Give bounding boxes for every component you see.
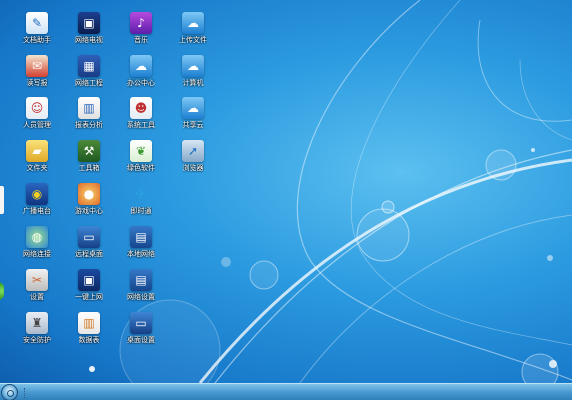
toolbox-icon: ⚒	[78, 140, 100, 162]
compass-icon: ➚	[182, 140, 204, 162]
desktop-icon-label: 文档助手	[23, 36, 51, 44]
desktop-icon[interactable]: ▤ 网络设置	[118, 269, 164, 309]
monitor-icon: ▭	[130, 312, 152, 334]
desktop-icon-label: 数据表	[78, 336, 100, 344]
taskbar-grip[interactable]	[24, 388, 27, 398]
side-panel-handle[interactable]	[0, 186, 4, 214]
bird-icon: ✈	[134, 184, 148, 203]
desktop-icon[interactable]: ▦ 网络工程	[66, 55, 112, 95]
desktop-icon[interactable]: ☁ 共享云	[170, 97, 216, 137]
globe-icon: ◍	[26, 226, 48, 248]
shield-icon: ♜	[26, 312, 48, 334]
folder-icon: ▰	[26, 140, 48, 162]
desktop-icon-label: 音乐	[134, 36, 148, 44]
desktop-icon[interactable]: ✎ 文档助手	[14, 12, 60, 52]
desktop-icon[interactable]: ◉ 广播电台	[14, 183, 60, 223]
desktop-icon[interactable]: ▣ 网络电视	[66, 12, 112, 52]
desktop-icon[interactable]: ● 游戏中心	[66, 183, 112, 223]
desktop-icon[interactable]: ◍ 网络连接	[14, 226, 60, 266]
desktop-icon[interactable]: ♜ 安全防护	[14, 312, 60, 352]
desktop-icon-label: 浏览器	[182, 164, 204, 172]
music-icon: ♪	[130, 12, 152, 34]
document-icon: ✎	[26, 12, 48, 34]
desktop-icon-label: 本地网络	[127, 250, 155, 258]
network-icon: ▤	[130, 226, 152, 248]
desktop-icon-label: 读写报	[26, 79, 48, 87]
cloud-icon: ☁	[182, 55, 204, 77]
desktop-icon[interactable]: ♪ 音乐	[118, 12, 164, 52]
spreadsheet-icon: ▥	[78, 312, 100, 334]
desktop-icon[interactable]: ▥ 数据表	[66, 312, 112, 352]
desktop-icon[interactable]: ☁ 上传文件	[170, 12, 216, 52]
desktop-icon[interactable]: ✉ 读写报	[14, 55, 60, 95]
newspaper-icon: ✉	[26, 55, 48, 77]
desktop-icon-label: 远程桌面	[75, 250, 103, 258]
monitor-icon: ▭	[78, 226, 100, 248]
cloud-icon: ☁	[130, 55, 152, 77]
desktop-icon-label: 即时通	[130, 207, 152, 215]
desktop-icon[interactable]: ▭ 远程桌面	[66, 226, 112, 266]
desktop-icon[interactable]: ▣ 一键上网	[66, 269, 112, 309]
people-icon: ☺	[26, 97, 48, 119]
desktop-icon-label: 桌面设置	[127, 336, 155, 344]
desktop-icon-label: 工具箱	[78, 164, 100, 172]
cloud-icon: ☁	[182, 12, 204, 34]
desktop-icon-label: 一键上网	[75, 293, 103, 301]
desktop-icon[interactable]: ▤ 本地网络	[118, 226, 164, 266]
desktop-icon-label: 办公中心	[127, 79, 155, 87]
desktop-icon-label: 广播电台	[23, 207, 51, 215]
desktop-icon[interactable]: ✂ 设置	[14, 269, 60, 309]
ball-icon: ●	[78, 183, 100, 205]
desktop-icon-label: 绿色软件	[127, 164, 155, 172]
desktop-icon-label: 系统工具	[127, 121, 155, 129]
desktop-icon[interactable]: ☻ 系统工具	[118, 97, 164, 137]
screen-icon: ▣	[78, 269, 100, 291]
desktop-icon[interactable]: ⚒ 工具箱	[66, 140, 112, 180]
radio-icon: ◉	[26, 183, 48, 205]
desktop-icon[interactable]: ➚ 浏览器	[170, 140, 216, 180]
desktop-icon-label: 计算机	[182, 79, 204, 87]
desktop-icon[interactable]: ▭ 桌面设置	[118, 312, 164, 352]
tv-icon: ▣	[78, 12, 100, 34]
desktop-icon-label: 上传文件	[179, 36, 207, 44]
desktop-icon-label: 人员管理	[23, 121, 51, 129]
start-button[interactable]	[1, 384, 18, 400]
desktop-icon[interactable]: ✈ 即时通	[118, 183, 164, 223]
desktop[interactable]: ✎ 文档助手 ▣ 网络电视 ♪ 音乐 ☁ 上传文件 ✉ 读写报 ▦ 网络工程 ☁ 办公中心 ☁ 计算机 ☺ 人员管…	[0, 0, 572, 383]
taskbar	[0, 383, 572, 400]
desktop-icon-label: 文件夹	[26, 164, 48, 172]
desktop-icon[interactable]: ☁ 计算机	[170, 55, 216, 95]
desktop-icon[interactable]: ❦ 绿色软件	[118, 140, 164, 180]
desktop-icon-label: 报表分析	[75, 121, 103, 129]
desktop-icon-label: 网络电视	[75, 36, 103, 44]
desktop-icon[interactable]: ▥ 报表分析	[66, 97, 112, 137]
desktop-icon-grid: ✎ 文档助手 ▣ 网络电视 ♪ 音乐 ☁ 上传文件 ✉ 读写报 ▦ 网络工程 ☁ 办公中心 ☁ 计算机 ☺ 人员管…	[0, 0, 572, 383]
desktop-icon-label: 网络设置	[127, 293, 155, 301]
desktop-icon[interactable]: ▰ 文件夹	[14, 140, 60, 180]
bars-icon: ▦	[78, 55, 100, 77]
desktop-icon-label: 网络工程	[75, 79, 103, 87]
desktop-icon[interactable]: ☺ 人员管理	[14, 97, 60, 137]
desktop-icon[interactable]: ☁ 办公中心	[118, 55, 164, 95]
cloud-icon: ☁	[182, 97, 204, 119]
desktop-icon-label: 游戏中心	[75, 207, 103, 215]
chart-icon: ▥	[78, 97, 100, 119]
desktop-icon-label: 共享云	[182, 121, 204, 129]
desktop-icon-label: 设置	[30, 293, 44, 301]
leaf-icon: ❦	[130, 140, 152, 162]
desktop-icon-label: 安全防护	[23, 336, 51, 344]
network-icon: ▤	[130, 269, 152, 291]
people-icon: ☻	[130, 97, 152, 119]
tools-icon: ✂	[26, 269, 48, 291]
desktop-icon-label: 网络连接	[23, 250, 51, 258]
